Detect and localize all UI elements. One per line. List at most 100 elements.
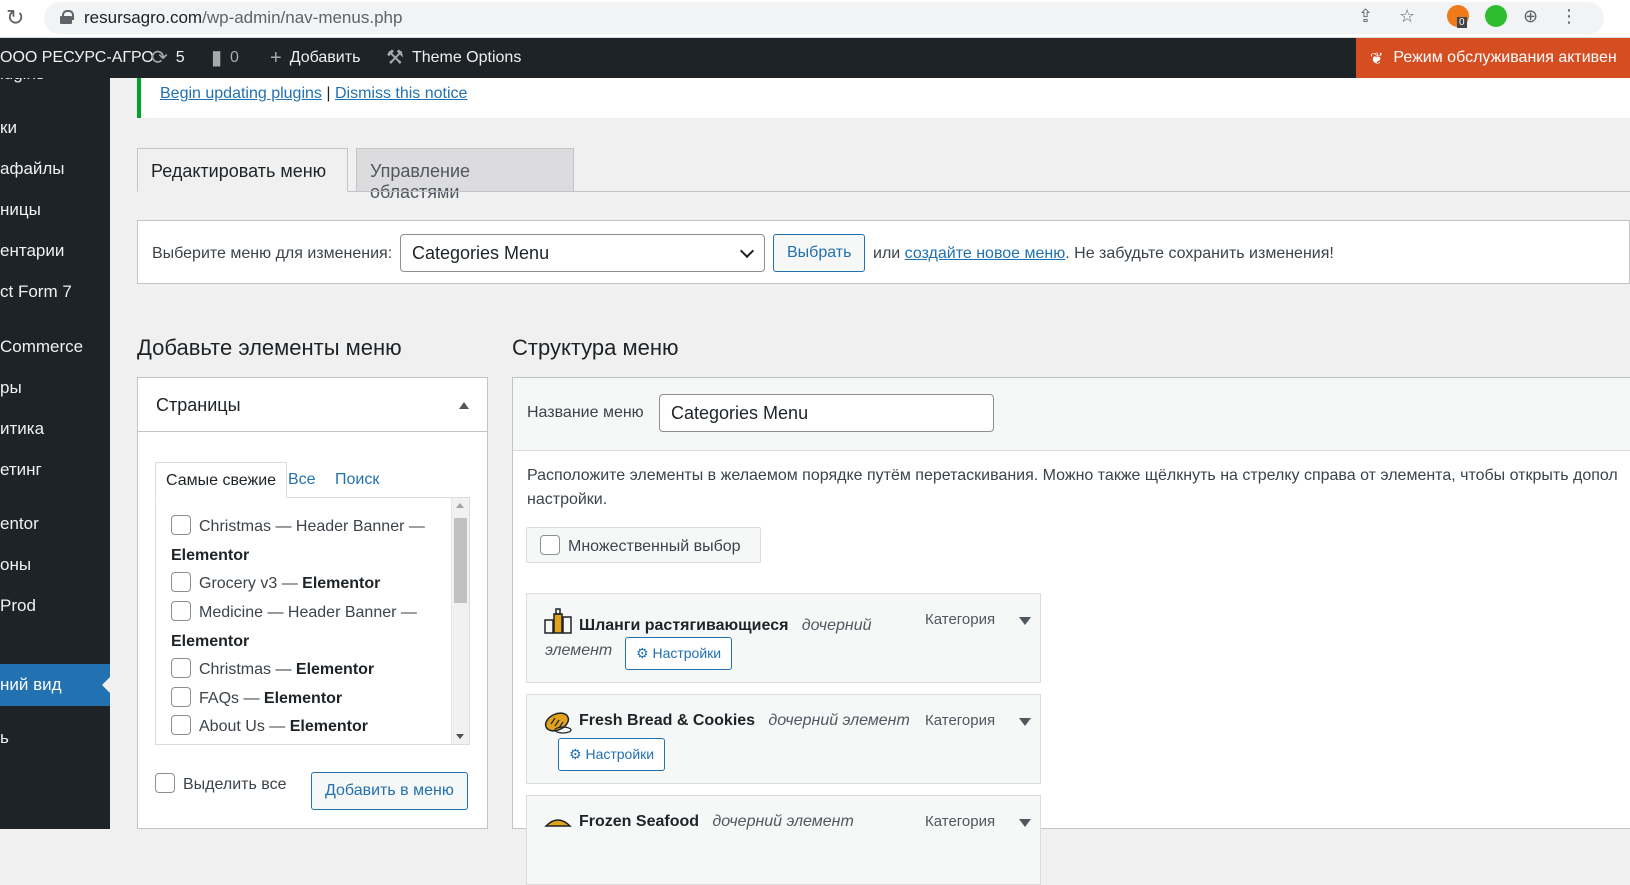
add-new-link[interactable]: + Добавить bbox=[270, 48, 361, 68]
page-checkbox[interactable] bbox=[171, 515, 191, 535]
scroll-up-icon[interactable] bbox=[456, 503, 464, 508]
lock-icon[interactable] bbox=[60, 10, 74, 24]
sidebar-item-media[interactable]: афайлы bbox=[0, 159, 65, 179]
save-reminder-text: . Не забудьте сохранить изменения! bbox=[1065, 245, 1334, 262]
dismiss-notice-link[interactable]: Dismiss this notice bbox=[335, 85, 467, 102]
tab-manage-locations[interactable]: Управление областями bbox=[356, 148, 574, 202]
extension-green-icon[interactable] bbox=[1485, 5, 1507, 27]
site-name-link[interactable]: ООО РЕСУРС-АГРО bbox=[0, 49, 154, 67]
sidebar-item-prod[interactable]: Prod bbox=[0, 596, 36, 616]
sidebar-item-templates[interactable]: оны bbox=[0, 555, 31, 575]
scroll-down-icon[interactable] bbox=[456, 734, 464, 739]
menu-instructions: Расположите элементы в желаемом порядке … bbox=[527, 464, 1630, 512]
add-to-menu-button[interactable]: Добавить в меню bbox=[311, 772, 468, 810]
sidebar-item-elementor[interactable]: entor bbox=[0, 514, 39, 534]
sidebar-item-partial[interactable]: ь bbox=[0, 728, 9, 748]
reload-icon[interactable]: ↻ bbox=[6, 5, 24, 31]
list-scrollbar[interactable] bbox=[451, 498, 469, 744]
comments-link[interactable]: ▮ 0 bbox=[211, 48, 239, 68]
menu-item[interactable]: Шланги растягивающиеся дочерний элемент … bbox=[526, 593, 1041, 683]
sidebar-item-analytics[interactable]: итика bbox=[0, 419, 44, 439]
bulk-select-checkbox[interactable] bbox=[540, 535, 560, 555]
expand-arrow-icon[interactable] bbox=[1019, 819, 1031, 827]
select-all-option[interactable]: Выделить все bbox=[155, 773, 286, 794]
page-name: Christmas — bbox=[199, 661, 292, 678]
page-checkbox[interactable] bbox=[171, 572, 191, 592]
page-builder: Elementor bbox=[171, 633, 250, 650]
tab-edit-menu[interactable]: Редактировать меню bbox=[137, 148, 348, 192]
tab-most-recent[interactable]: Самые свежие bbox=[155, 462, 288, 498]
select-all-checkbox[interactable] bbox=[155, 773, 175, 793]
bulk-select-label: Множественный выбор bbox=[568, 538, 741, 555]
page-checkbox[interactable] bbox=[171, 687, 191, 707]
site-name-label: ООО РЕСУРС-АГРО bbox=[0, 49, 154, 66]
list-item[interactable]: FAQs — Elementor bbox=[171, 684, 431, 713]
current-page-arrow bbox=[102, 677, 110, 693]
page-checkbox[interactable] bbox=[171, 658, 191, 678]
menu-select-dropdown[interactable]: Categories Menu bbox=[400, 234, 765, 272]
list-item[interactable]: Grocery v3 — Elementor bbox=[171, 569, 431, 598]
instructions-line-2: настройки. bbox=[527, 491, 608, 508]
updates-icon: ⟳ bbox=[151, 47, 168, 69]
collapse-arrow-icon[interactable] bbox=[459, 402, 469, 409]
tab-search[interactable]: Поиск bbox=[325, 462, 389, 498]
extension-globe-icon[interactable]: ⊕ bbox=[1523, 6, 1538, 27]
sidebar-item-woocommerce[interactable]: Commerce bbox=[0, 337, 83, 357]
scrollbar-thumb[interactable] bbox=[454, 518, 467, 603]
page-name: About Us — bbox=[199, 718, 286, 735]
bulk-select-toggle[interactable]: Множественный выбор bbox=[526, 527, 761, 563]
menu-item-type: Категория bbox=[925, 712, 996, 729]
menu-name-input[interactable]: Categories Menu bbox=[659, 394, 994, 432]
sidebar-item-products[interactable]: ры bbox=[0, 378, 22, 398]
add-new-label: Добавить bbox=[289, 49, 361, 66]
create-new-menu-link[interactable]: создайте новое меню bbox=[905, 245, 1066, 262]
extension-orange-icon[interactable]: 0 bbox=[1447, 5, 1469, 28]
page-name: Christmas — Header Banner — bbox=[199, 518, 425, 535]
sidebar-item-contact-form[interactable]: ct Form 7 bbox=[0, 282, 72, 302]
menu-item-subtitle: дочерний bbox=[801, 617, 872, 634]
expand-arrow-icon[interactable] bbox=[1019, 718, 1031, 726]
theme-options-link[interactable]: ⚒ Theme Options bbox=[386, 48, 521, 68]
sidebar-item-pages[interactable]: ницы bbox=[0, 200, 41, 220]
bookmark-star-icon[interactable]: ☆ bbox=[1399, 6, 1415, 27]
list-item[interactable]: Christmas — Header Banner — Elementor bbox=[171, 512, 431, 570]
page-checkbox[interactable] bbox=[171, 601, 191, 621]
chevron-down-icon bbox=[739, 243, 755, 259]
maintenance-mode-badge[interactable]: ❦ Режим обслуживания активен bbox=[1356, 38, 1630, 78]
settings-label: Настройки bbox=[585, 746, 655, 762]
menu-item[interactable]: Fresh Bread & Cookies дочерний элемент К… bbox=[526, 694, 1041, 784]
menu-item-settings-button[interactable]: ⚙ Настройки bbox=[558, 738, 666, 771]
page-name: Grocery v3 — bbox=[199, 575, 298, 592]
list-item[interactable]: About Us — Elementor bbox=[171, 712, 431, 741]
page-builder: Elementor bbox=[302, 575, 381, 592]
more-menu-icon[interactable]: ⋮ bbox=[1560, 6, 1578, 27]
sidebar-item-links[interactable]: ки bbox=[0, 118, 17, 138]
menu-item[interactable]: Frozen Seafood дочерний элемент Категори… bbox=[526, 795, 1041, 885]
expand-arrow-icon[interactable] bbox=[1019, 617, 1031, 625]
menu-item-title: Fresh Bread & Cookies bbox=[579, 712, 756, 729]
pages-metabox-title: Страницы bbox=[156, 395, 241, 415]
gear-icon: ⚙ bbox=[636, 645, 649, 661]
gear-icon: ⚙ bbox=[569, 746, 582, 762]
list-item[interactable]: Christmas — Elementor bbox=[171, 655, 431, 684]
updates-link[interactable]: ⟳ 5 bbox=[151, 47, 185, 69]
sidebar-item-marketing[interactable]: етинг bbox=[0, 460, 42, 480]
sidebar-item-plugins[interactable]: lugins bbox=[0, 78, 44, 84]
select-menu-button[interactable]: Выбрать bbox=[773, 234, 866, 272]
pages-metabox-header[interactable]: Страницы bbox=[138, 378, 487, 432]
menu-item-type: Категория bbox=[925, 611, 996, 628]
sidebar-item-comments[interactable]: ентарии bbox=[0, 241, 64, 261]
share-icon[interactable]: ⇪ bbox=[1358, 6, 1373, 27]
page-builder: Elementor bbox=[295, 661, 375, 678]
url-text[interactable]: resursagro.com/wp-admin/nav-menus.php bbox=[84, 8, 402, 28]
tab-divider bbox=[137, 191, 1630, 192]
menu-item-title-row: Fresh Bread & Cookies дочерний элемент bbox=[579, 712, 910, 730]
sidebar-item-appearance-label: ний вид bbox=[0, 675, 62, 694]
drinks-bottles-icon bbox=[544, 608, 572, 634]
page-checkbox[interactable] bbox=[171, 715, 191, 735]
sidebar-item-appearance[interactable]: ний вид bbox=[0, 664, 110, 706]
begin-updating-link[interactable]: Begin updating plugins bbox=[160, 85, 322, 102]
list-item[interactable]: Medicine — Header Banner — Elementor bbox=[171, 598, 431, 656]
menu-name-row: Название меню Categories Menu bbox=[513, 378, 1630, 451]
menu-item-settings-button[interactable]: ⚙ Настройки bbox=[625, 637, 733, 670]
